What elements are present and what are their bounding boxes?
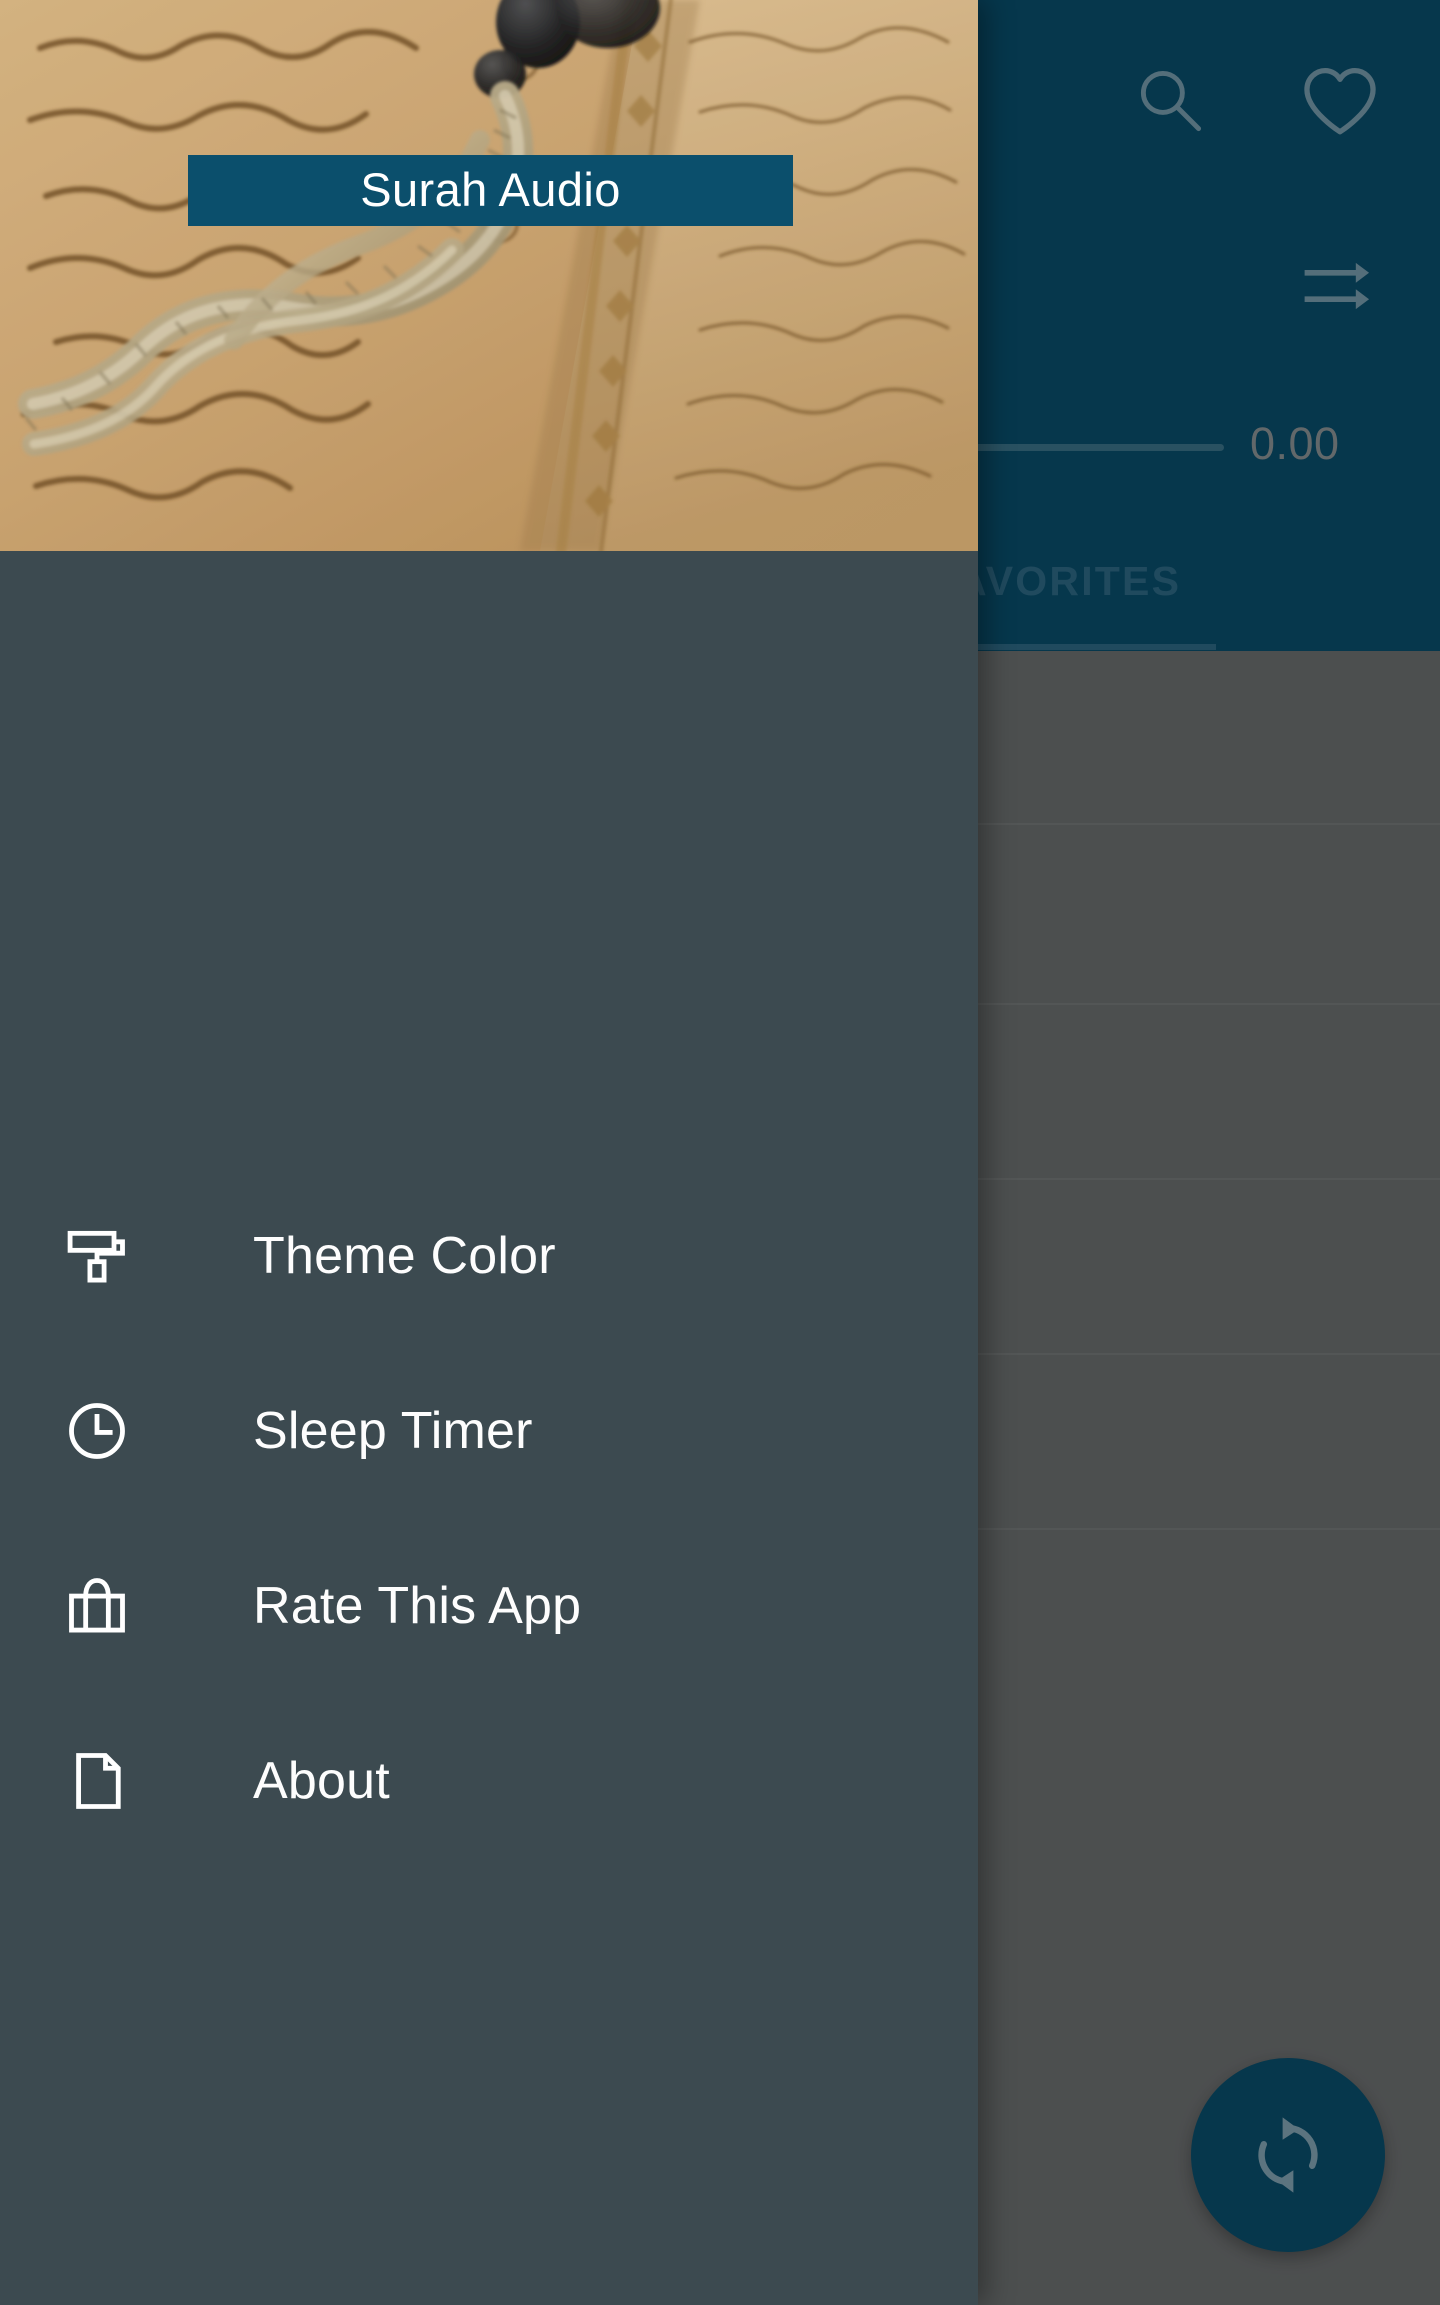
- refresh-icon: [1245, 2112, 1331, 2198]
- drawer-item-label: Rate This App: [253, 1577, 582, 1635]
- shopping-bag-icon: [62, 1571, 132, 1641]
- search-icon[interactable]: [1132, 62, 1210, 140]
- drawer-item-label: Sleep Timer: [253, 1402, 533, 1460]
- drawer-item-rate-this-app[interactable]: Rate This App: [0, 1546, 978, 1666]
- drawer-title-banner: Surah Audio: [188, 155, 793, 226]
- paint-roller-icon: [62, 1221, 132, 1291]
- navigation-drawer: Surah Audio Theme Color Sleep Timer Rate…: [0, 0, 978, 2305]
- page-title: Surah Audio: [360, 162, 621, 216]
- drawer-item-label: Theme Color: [253, 1227, 556, 1285]
- current-time-label: 0.00: [1250, 418, 1340, 469]
- quran-header-image: [0, 0, 978, 551]
- sort-arrows-icon[interactable]: [1296, 248, 1376, 324]
- drawer-item-sleep-timer[interactable]: Sleep Timer: [0, 1371, 978, 1491]
- refresh-fab-button[interactable]: [1191, 2058, 1385, 2252]
- document-icon: [62, 1746, 132, 1816]
- clock-icon: [62, 1396, 132, 1466]
- tab-indicator: [936, 644, 1216, 650]
- drawer-item-label: About: [253, 1752, 390, 1810]
- drawer-item-theme-color[interactable]: Theme Color: [0, 1196, 978, 1316]
- drawer-item-about[interactable]: About: [0, 1721, 978, 1841]
- app-screen: 0.00 SURAHS PLAYLIST FAVORITES: [0, 0, 1440, 2305]
- heart-icon[interactable]: [1300, 64, 1380, 140]
- drawer-header: Surah Audio: [0, 0, 978, 551]
